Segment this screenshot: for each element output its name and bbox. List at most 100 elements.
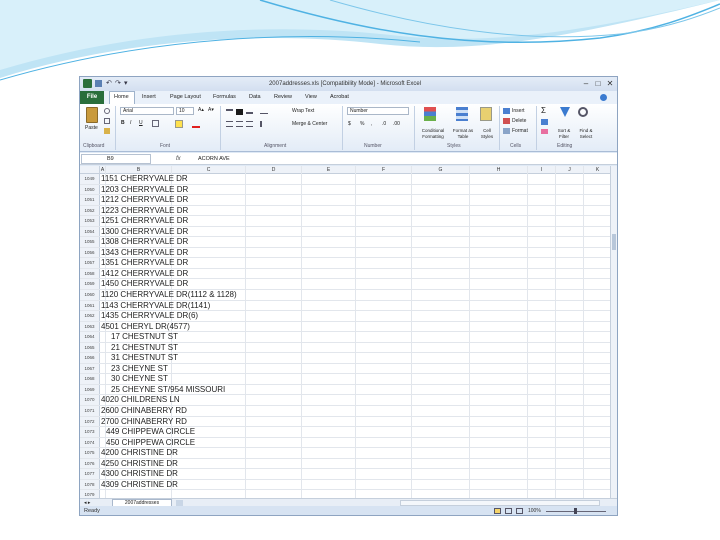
row-header[interactable]: 1069 bbox=[80, 384, 100, 395]
conditional-formatting-icon[interactable] bbox=[424, 107, 436, 121]
help-icon[interactable] bbox=[600, 94, 607, 101]
row-header[interactable]: 1057 bbox=[80, 258, 100, 268]
borders-icon[interactable] bbox=[152, 120, 159, 127]
column-header-k[interactable]: K bbox=[584, 166, 610, 174]
fill-icon[interactable] bbox=[541, 119, 548, 125]
fill-color-icon[interactable] bbox=[175, 120, 183, 128]
row-header[interactable]: 1064 bbox=[80, 332, 100, 342]
currency-button[interactable]: $ bbox=[348, 121, 351, 128]
table-row[interactable]: 1053 1251 CHERRYVALE DR bbox=[80, 216, 610, 227]
paste-button[interactable]: Paste bbox=[85, 125, 98, 132]
row-header[interactable]: 1056 bbox=[80, 247, 100, 258]
decrease-decimal-icon[interactable]: .00 bbox=[393, 121, 400, 128]
cut-icon[interactable] bbox=[104, 108, 110, 114]
tab-review[interactable]: Review bbox=[274, 93, 292, 102]
page-layout-view-icon[interactable] bbox=[505, 508, 512, 514]
font-name-select[interactable]: Arial bbox=[120, 107, 174, 115]
paste-icon[interactable] bbox=[86, 107, 98, 123]
address-cell[interactable]: 1450 CHERRYVALE DR bbox=[101, 279, 188, 289]
grow-font-icon[interactable]: A▴ bbox=[198, 107, 204, 114]
zoom-level[interactable]: 100% bbox=[528, 506, 541, 515]
row-header[interactable]: 1061 bbox=[80, 300, 100, 311]
sort-filter-button[interactable]: Sort & Filter bbox=[553, 128, 575, 140]
vertical-scrollbar[interactable] bbox=[610, 166, 617, 498]
address-cell[interactable]: 1412 CHERRYVALE DR bbox=[101, 269, 188, 279]
table-row[interactable]: 1072 2700 CHINABERRY RD bbox=[80, 416, 610, 428]
find-select-icon[interactable] bbox=[578, 107, 588, 117]
address-cell[interactable]: 4250 CHRISTINE DR bbox=[101, 459, 178, 469]
format-table-icon[interactable] bbox=[456, 107, 468, 121]
qat-save-icon[interactable] bbox=[95, 80, 102, 87]
address-cell[interactable]: 1300 CHERRYVALE DR bbox=[101, 227, 188, 237]
row-header[interactable]: 1059 bbox=[80, 279, 100, 290]
address-cell[interactable]: 1251 CHERRYVALE DR bbox=[101, 216, 188, 226]
tab-formulas[interactable]: Formulas bbox=[213, 93, 236, 102]
delete-cells-icon[interactable] bbox=[503, 118, 510, 124]
tab-file[interactable]: File bbox=[80, 91, 104, 104]
table-row[interactable]: 1076 4250 CHRISTINE DR bbox=[80, 458, 610, 470]
row-header[interactable]: 1078 bbox=[80, 479, 100, 490]
column-header-f[interactable]: F bbox=[356, 166, 412, 174]
copy-icon[interactable] bbox=[104, 118, 110, 124]
qat-customize-icon[interactable]: ▾ bbox=[124, 79, 128, 89]
table-row[interactable]: 1051 1212 CHERRYVALE DR bbox=[80, 195, 610, 206]
merge-center-button[interactable]: Merge & Center bbox=[292, 121, 327, 128]
sort-filter-icon[interactable] bbox=[560, 107, 570, 117]
row-header[interactable]: 1074 bbox=[80, 437, 100, 448]
find-select-button[interactable]: Find & Select bbox=[575, 128, 597, 140]
table-row[interactable]: 1057 1351 CHERRYVALE DR bbox=[80, 258, 610, 269]
table-row[interactable]: 1060 1120 CHERRYVALE DR(1112 & 1128) bbox=[80, 290, 610, 301]
column-header-b[interactable]: B bbox=[106, 166, 172, 174]
column-header-g[interactable]: G bbox=[412, 166, 470, 174]
tab-data[interactable]: Data bbox=[249, 93, 261, 102]
cell-styles-icon[interactable] bbox=[480, 107, 492, 121]
address-cell[interactable]: 1343 CHERRYVALE DR bbox=[101, 248, 188, 258]
zoom-slider-thumb[interactable] bbox=[574, 508, 577, 514]
align-bottom-icon[interactable] bbox=[246, 109, 253, 114]
row-header[interactable]: 1070 bbox=[80, 395, 100, 406]
table-row[interactable]: 1071 2600 CHINABERRY RD bbox=[80, 406, 610, 417]
row-header[interactable]: 1052 bbox=[80, 205, 100, 216]
row-header[interactable]: 1068 bbox=[80, 374, 100, 384]
row-header[interactable]: 1058 bbox=[80, 268, 100, 279]
row-header[interactable]: 1077 bbox=[80, 469, 100, 479]
shrink-font-icon[interactable]: A▾ bbox=[208, 107, 214, 114]
address-cell[interactable]: 4020 CHILDRENS LN bbox=[101, 395, 180, 405]
insert-function-icon[interactable]: fx bbox=[176, 154, 181, 164]
column-header-h[interactable]: H bbox=[470, 166, 528, 174]
page-break-view-icon[interactable] bbox=[516, 508, 523, 514]
address-cell[interactable]: 1351 CHERRYVALE DR bbox=[101, 258, 188, 268]
address-cell[interactable]: 4309 CHRISTINE DR bbox=[101, 480, 178, 490]
table-row[interactable]: 1064 17 CHESTNUT ST bbox=[80, 332, 610, 343]
address-cell[interactable]: 1143 CHERRYVALE DR(1141) bbox=[101, 301, 210, 311]
address-cell[interactable]: 1203 CHERRYVALE DR bbox=[101, 185, 188, 195]
address-cell[interactable]: 23 CHEYNE ST bbox=[101, 364, 168, 374]
align-middle-icon[interactable] bbox=[236, 109, 243, 115]
normal-view-icon[interactable] bbox=[494, 508, 501, 514]
address-cell[interactable]: 2700 CHINABERRY RD bbox=[101, 417, 187, 427]
tab-view[interactable]: View bbox=[305, 93, 317, 102]
bold-button[interactable]: B bbox=[121, 120, 125, 127]
comma-button[interactable]: , bbox=[371, 121, 372, 128]
underline-button[interactable]: U bbox=[139, 120, 143, 127]
row-header[interactable]: 1050 bbox=[80, 184, 100, 195]
column-header-j[interactable]: J bbox=[556, 166, 584, 174]
row-header[interactable]: 1075 bbox=[80, 448, 100, 458]
font-color-icon[interactable] bbox=[192, 120, 200, 128]
close-button[interactable]: ✕ bbox=[604, 78, 616, 89]
address-cell[interactable]: 450 CHIPPEWA CIRCLE bbox=[101, 438, 195, 448]
percent-button[interactable]: % bbox=[360, 121, 364, 128]
address-cell[interactable]: 1120 CHERRYVALE DR(1112 & 1128) bbox=[101, 290, 237, 300]
table-row[interactable]: 1061 1143 CHERRYVALE DR(1141) bbox=[80, 300, 610, 312]
align-right-icon[interactable] bbox=[246, 121, 253, 127]
select-all-corner[interactable] bbox=[80, 166, 100, 174]
qat-redo-icon[interactable]: ↷ bbox=[115, 79, 121, 89]
table-row[interactable]: 1054 1300 CHERRYVALE DR bbox=[80, 226, 610, 238]
row-header[interactable]: 1065 bbox=[80, 342, 100, 353]
row-header[interactable]: 1076 bbox=[80, 458, 100, 469]
row-header[interactable]: 1054 bbox=[80, 226, 100, 237]
font-size-select[interactable]: 10 bbox=[176, 107, 194, 115]
address-cell[interactable]: 31 CHESTNUT ST bbox=[101, 353, 178, 363]
address-cell[interactable]: 1435 CHERRYVALE DR(6) bbox=[101, 311, 198, 321]
address-cell[interactable]: 25 CHEYNE ST/954 MISSOURI bbox=[101, 385, 225, 395]
